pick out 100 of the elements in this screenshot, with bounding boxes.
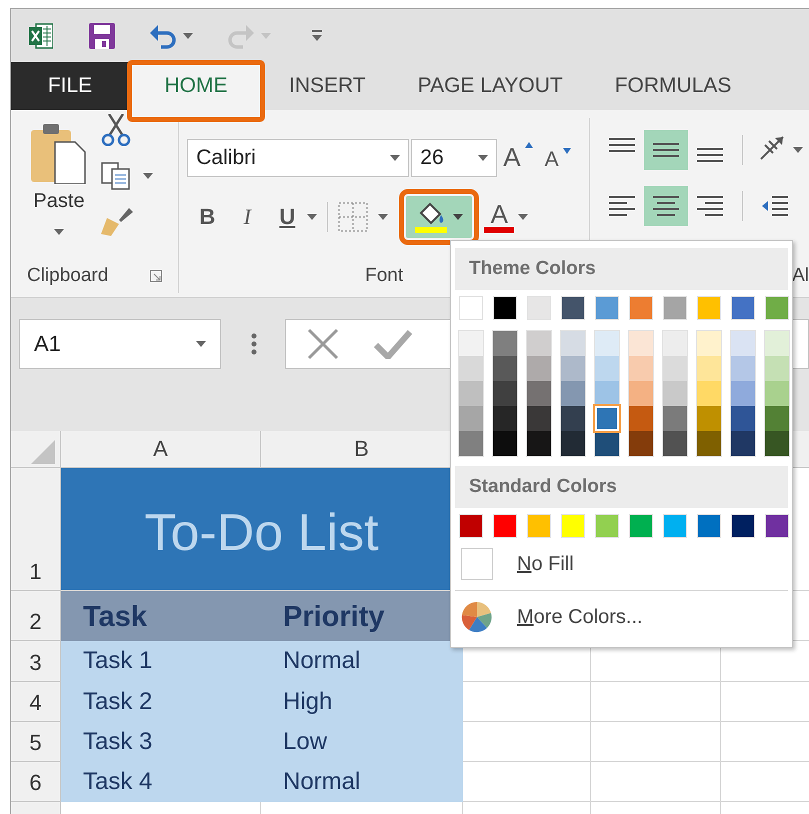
color-swatch[interactable] [527, 406, 551, 431]
row-header[interactable]: 6 [11, 762, 61, 802]
color-swatch[interactable] [493, 296, 517, 320]
color-swatch[interactable] [493, 331, 517, 356]
color-swatch[interactable] [595, 356, 619, 381]
color-swatch[interactable] [561, 514, 585, 538]
font-size-field[interactable]: 26 [411, 139, 498, 177]
color-swatch[interactable] [629, 406, 653, 431]
caret-icon[interactable] [453, 214, 464, 220]
bold-button[interactable]: B [187, 197, 228, 237]
font-name-field[interactable]: Calibri [187, 139, 410, 177]
color-swatch[interactable] [493, 406, 517, 431]
customize-icon[interactable] [311, 30, 323, 42]
color-swatch[interactable] [595, 406, 619, 431]
color-swatch[interactable] [595, 331, 619, 356]
color-swatch[interactable] [459, 381, 483, 406]
file-tab[interactable]: FILE [11, 62, 129, 110]
color-swatch[interactable] [697, 406, 721, 431]
color-swatch[interactable] [731, 331, 755, 356]
color-swatch[interactable] [663, 356, 687, 381]
caret-icon[interactable] [196, 341, 206, 347]
color-swatch[interactable] [765, 431, 789, 456]
caret-icon[interactable] [54, 229, 64, 235]
color-swatch[interactable] [527, 356, 551, 381]
scissors-icon[interactable] [101, 114, 131, 146]
caret-icon[interactable] [390, 155, 400, 161]
row-header[interactable]: 2 [11, 591, 61, 641]
color-swatch[interactable] [527, 431, 551, 456]
ribbon-tab[interactable]: PAGE LAYOUT [392, 62, 589, 110]
color-swatch[interactable] [697, 431, 721, 456]
cancel-icon[interactable] [306, 327, 340, 361]
caret-icon[interactable] [518, 214, 528, 220]
color-swatch[interactable] [459, 296, 483, 320]
color-swatch[interactable] [629, 381, 653, 406]
color-swatch[interactable] [527, 514, 551, 538]
color-swatch[interactable] [595, 514, 619, 538]
column-header[interactable]: A [61, 431, 261, 468]
color-swatch[interactable] [629, 431, 653, 456]
shrink-font-button[interactable]: A [538, 138, 577, 178]
dialog-launcher-icon[interactable] [150, 270, 162, 282]
color-swatch[interactable] [663, 331, 687, 356]
color-swatch[interactable] [697, 356, 721, 381]
save-icon[interactable] [89, 22, 115, 48]
ribbon-tab[interactable]: INSERT [263, 62, 392, 110]
color-swatch[interactable] [663, 381, 687, 406]
color-swatch[interactable] [731, 514, 755, 538]
spreadsheet-logo-icon[interactable] [29, 22, 53, 48]
color-swatch[interactable] [629, 331, 653, 356]
ribbon-tab[interactable]: FORMULAS [588, 62, 758, 110]
row-header[interactable]: 5 [11, 722, 61, 762]
italic-button[interactable]: I [227, 197, 268, 237]
color-swatch[interactable] [663, 514, 687, 538]
caret-icon[interactable] [378, 214, 388, 220]
caret-icon[interactable] [183, 32, 193, 38]
color-swatch[interactable] [629, 296, 653, 320]
align-button[interactable] [644, 130, 688, 170]
caret-icon[interactable] [307, 214, 318, 220]
color-swatch[interactable] [731, 296, 755, 320]
color-swatch[interactable] [595, 431, 619, 456]
color-swatch[interactable] [459, 406, 483, 431]
color-swatch[interactable] [765, 296, 789, 320]
color-swatch[interactable] [765, 356, 789, 381]
color-swatch[interactable] [493, 381, 517, 406]
color-swatch[interactable] [595, 381, 619, 406]
color-swatch[interactable] [629, 514, 653, 538]
select-all-icon[interactable] [30, 440, 54, 464]
underline-button[interactable]: U [267, 197, 308, 237]
color-swatch[interactable] [663, 431, 687, 456]
color-swatch[interactable] [663, 296, 687, 320]
caret-icon[interactable] [143, 173, 153, 179]
color-swatch[interactable] [493, 431, 517, 456]
align-button[interactable] [644, 186, 688, 226]
color-swatch[interactable] [561, 331, 585, 356]
row-header[interactable]: 4 [11, 682, 61, 722]
color-swatch[interactable] [561, 431, 585, 456]
paste-button[interactable]: Paste [11, 110, 101, 259]
undo-icon[interactable] [149, 22, 177, 48]
color-swatch[interactable] [731, 381, 755, 406]
color-swatch[interactable] [697, 381, 721, 406]
color-swatch[interactable] [697, 296, 721, 320]
grow-font-button[interactable]: A [497, 138, 539, 178]
color-swatch[interactable] [765, 331, 789, 356]
color-swatch[interactable] [493, 514, 517, 538]
row-header[interactable]: 3 [11, 641, 61, 682]
caret-icon[interactable] [793, 147, 803, 153]
name-box[interactable]: A1 [19, 319, 221, 369]
copy-icon[interactable] [101, 162, 131, 190]
row-header[interactable]: 1 [11, 468, 61, 591]
color-swatch[interactable] [629, 356, 653, 381]
color-swatch[interactable] [459, 331, 483, 356]
color-swatch[interactable] [561, 356, 585, 381]
color-swatch[interactable] [731, 356, 755, 381]
color-swatch[interactable] [527, 381, 551, 406]
color-swatch[interactable] [561, 296, 585, 320]
color-swatch[interactable] [697, 331, 721, 356]
color-swatch[interactable] [765, 406, 789, 431]
color-swatch[interactable] [527, 296, 551, 320]
enter-icon[interactable] [374, 329, 412, 359]
caret-icon[interactable] [478, 155, 488, 161]
color-swatch[interactable] [765, 381, 789, 406]
